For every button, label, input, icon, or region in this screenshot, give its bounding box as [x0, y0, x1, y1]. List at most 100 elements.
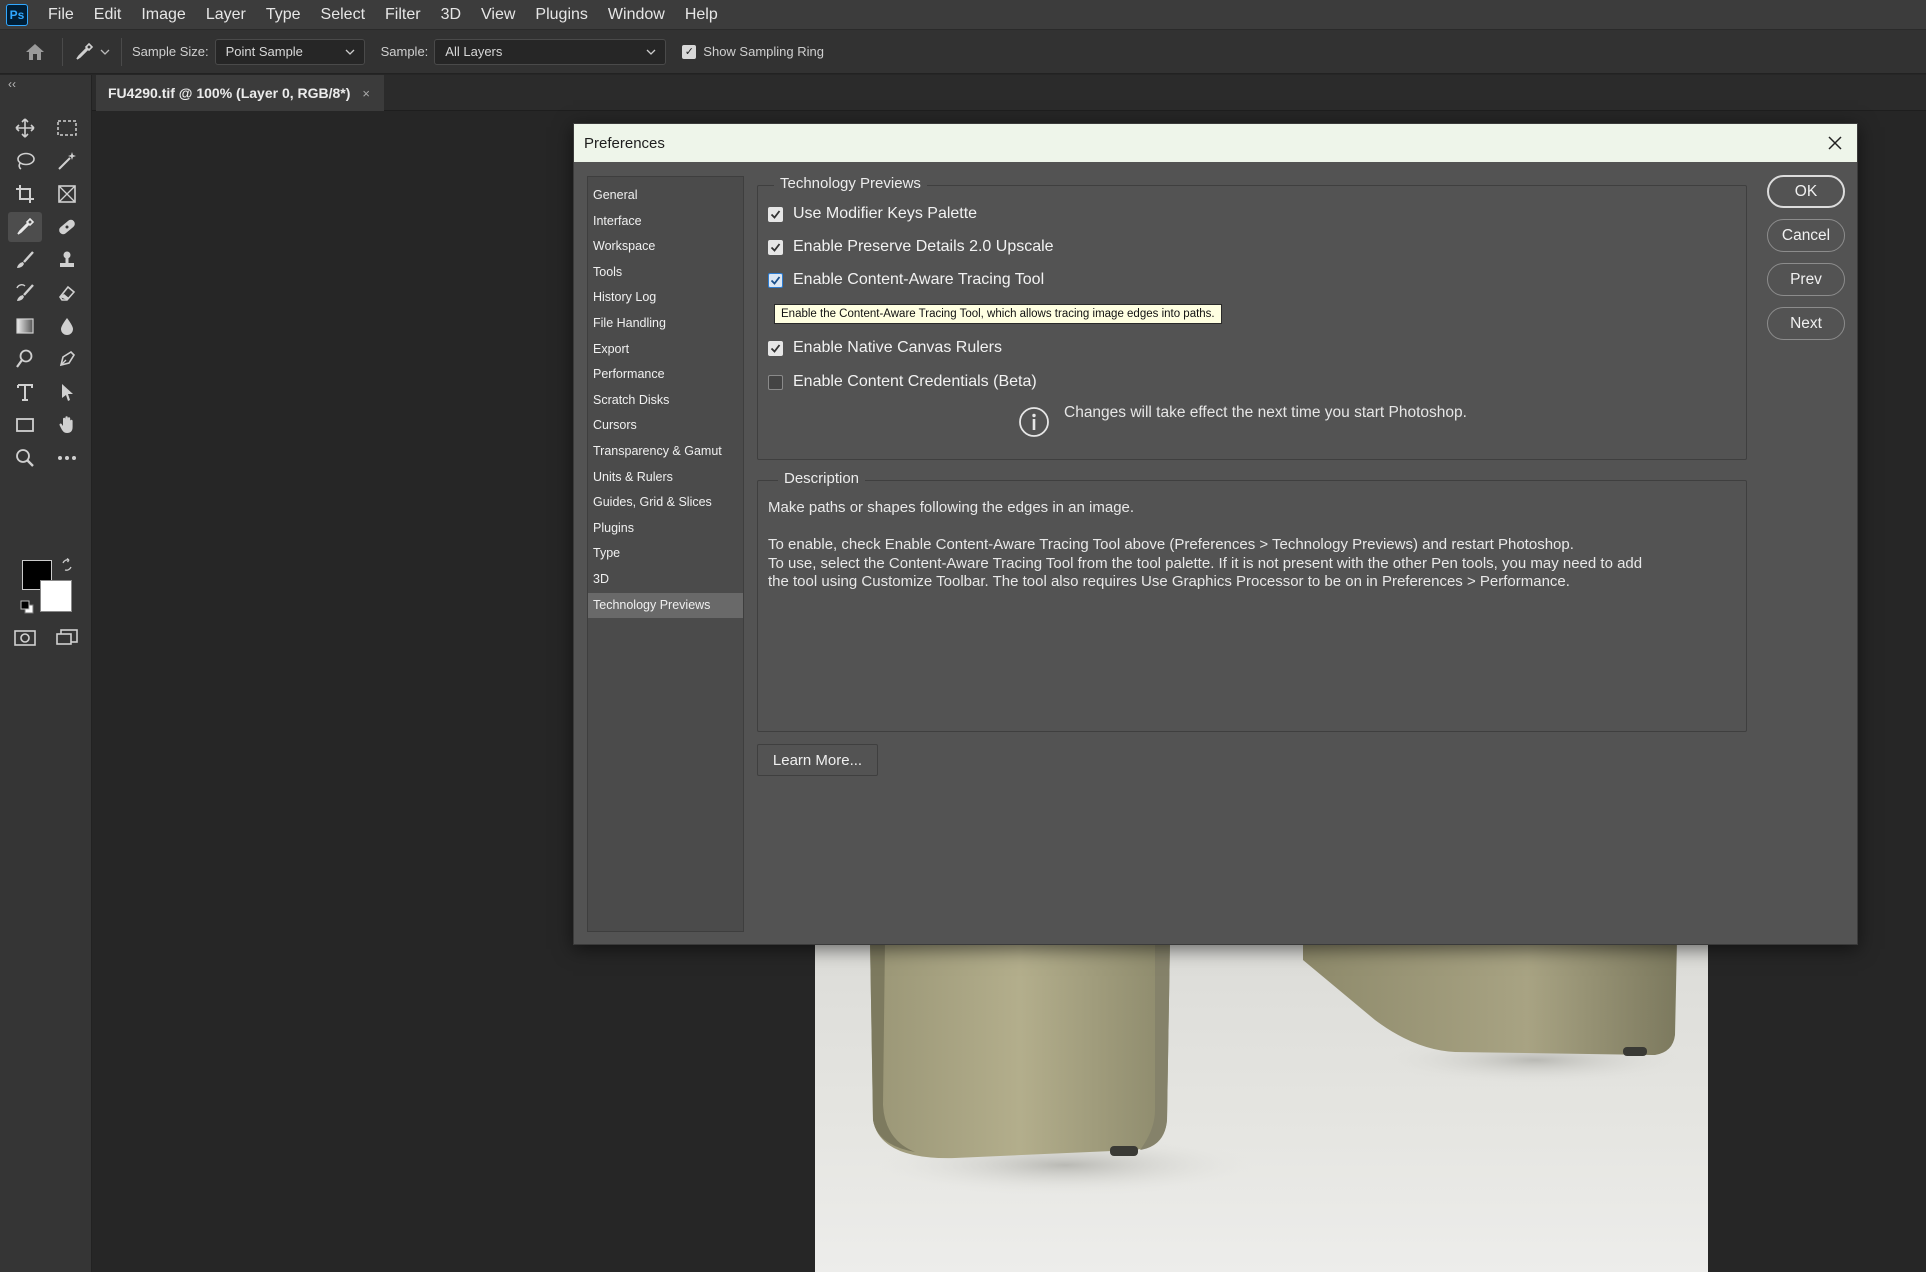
- crop-icon[interactable]: [8, 179, 42, 209]
- nav-item-guides-grid-slices[interactable]: Guides, Grid & Slices: [588, 490, 743, 516]
- technology-previews-group: Technology Previews Use Modifier Keys Pa…: [757, 175, 1747, 460]
- menu-edit[interactable]: Edit: [84, 0, 132, 30]
- menu-plugins[interactable]: Plugins: [525, 0, 597, 30]
- checkbox-checked[interactable]: [768, 340, 783, 356]
- nav-item-general[interactable]: General: [588, 183, 743, 209]
- brush-icon[interactable]: [8, 245, 42, 275]
- option-enable-preserve-details-upscale[interactable]: Enable Preserve Details 2.0 Upscale: [768, 238, 1054, 256]
- nav-item-file-handling[interactable]: File Handling: [588, 311, 743, 337]
- option-label: Enable Content Credentials (Beta): [793, 373, 1037, 390]
- menu-layer[interactable]: Layer: [196, 0, 256, 30]
- dialog-title-bar: Preferences: [574, 124, 1857, 162]
- menu-type[interactable]: Type: [256, 0, 311, 30]
- nav-item-transparency-gamut[interactable]: Transparency & Gamut: [588, 439, 743, 465]
- rectangular-marquee-icon[interactable]: [50, 113, 84, 143]
- menu-bar: Ps File Edit Image Layer Type Select Fil…: [0, 0, 1926, 30]
- checkbox-checked[interactable]: [768, 239, 783, 255]
- option-use-modifier-keys-palette[interactable]: Use Modifier Keys Palette: [768, 205, 977, 223]
- zoom-icon[interactable]: [8, 443, 42, 473]
- dodge-icon[interactable]: [8, 344, 42, 374]
- description-line: To enable, check Enable Content-Aware Tr…: [768, 536, 1574, 553]
- frame-icon[interactable]: [50, 179, 84, 209]
- eyedropper-icon[interactable]: [8, 212, 42, 242]
- sample-label: Sample:: [380, 44, 429, 59]
- tools-panel: ‹‹: [0, 75, 92, 1272]
- info-icon: [1019, 407, 1049, 437]
- nav-item-cursors[interactable]: Cursors: [588, 413, 743, 439]
- nav-item-performance[interactable]: Performance: [588, 362, 743, 388]
- cancel-button[interactable]: Cancel: [1767, 219, 1845, 252]
- nav-item-interface[interactable]: Interface: [588, 209, 743, 235]
- sample-size-label: Sample Size:: [132, 44, 209, 59]
- collapse-panel-icon[interactable]: ‹‹: [8, 77, 16, 91]
- eraser-icon[interactable]: [50, 278, 84, 308]
- hand-icon[interactable]: [50, 410, 84, 440]
- nav-item-type[interactable]: Type: [588, 541, 743, 567]
- chevron-down-icon: [646, 49, 656, 55]
- menu-view[interactable]: View: [471, 0, 525, 30]
- menu-3d[interactable]: 3D: [431, 0, 471, 30]
- ok-button[interactable]: OK: [1767, 175, 1845, 208]
- photoshop-logo[interactable]: Ps: [6, 3, 28, 26]
- gradient-icon[interactable]: [8, 311, 42, 341]
- prev-button[interactable]: Prev: [1767, 263, 1845, 296]
- blur-icon[interactable]: [50, 311, 84, 341]
- quick-mask-icon[interactable]: [8, 623, 42, 653]
- description-group: Description Make paths or shapes followi…: [757, 470, 1747, 732]
- options-bar: Sample Size: Point Sample Sample: All La…: [0, 30, 1926, 74]
- path-selection-icon[interactable]: [50, 377, 84, 407]
- nav-item-3d[interactable]: 3D: [588, 567, 743, 593]
- lasso-icon[interactable]: [8, 146, 42, 176]
- rectangle-icon[interactable]: [8, 410, 42, 440]
- checkbox-checked[interactable]: [768, 272, 783, 288]
- magic-wand-icon[interactable]: [50, 146, 84, 176]
- option-label: Use Modifier Keys Palette: [793, 205, 978, 222]
- menu-filter[interactable]: Filter: [375, 0, 431, 30]
- restart-notice: Changes will take effect the next time y…: [1018, 404, 1467, 438]
- checkbox-checked[interactable]: [768, 206, 783, 222]
- option-enable-content-aware-tracing-tool[interactable]: Enable Content-Aware Tracing Tool: [768, 271, 1044, 289]
- nav-item-technology-previews[interactable]: Technology Previews: [588, 592, 743, 619]
- screen-mode-icon[interactable]: [50, 623, 84, 653]
- eyedropper-preset-icon[interactable]: [73, 41, 111, 63]
- option-enable-native-canvas-rulers[interactable]: Enable Native Canvas Rulers: [768, 339, 1002, 357]
- menu-select[interactable]: Select: [311, 0, 375, 30]
- clone-stamp-icon[interactable]: [50, 245, 84, 275]
- nav-item-scratch-disks[interactable]: Scratch Disks: [588, 388, 743, 414]
- checkbox-unchecked[interactable]: [768, 374, 783, 390]
- nav-item-history-log[interactable]: History Log: [588, 285, 743, 311]
- more-tools-icon[interactable]: [50, 443, 84, 473]
- option-enable-content-credentials[interactable]: Enable Content Credentials (Beta): [768, 373, 1037, 391]
- document-tab[interactable]: FU4290.tif @ 100% (Layer 0, RGB/8*) ×: [96, 75, 384, 111]
- background-color-swatch[interactable]: [40, 580, 72, 612]
- next-button[interactable]: Next: [1767, 307, 1845, 340]
- nav-item-tools[interactable]: Tools: [588, 260, 743, 286]
- pen-icon[interactable]: [50, 344, 84, 374]
- document-image[interactable]: [815, 940, 1708, 1272]
- type-icon[interactable]: [8, 377, 42, 407]
- nav-item-plugins[interactable]: Plugins: [588, 516, 743, 542]
- tooltip: Enable the Content-Aware Tracing Tool, w…: [774, 304, 1222, 324]
- menu-image[interactable]: Image: [131, 0, 195, 30]
- sample-select[interactable]: All Layers: [434, 38, 667, 65]
- show-sampling-ring-checkbox[interactable]: ✓: [682, 44, 697, 59]
- nav-item-export[interactable]: Export: [588, 337, 743, 363]
- sample-size-select[interactable]: Point Sample: [214, 38, 365, 65]
- separator: [62, 37, 63, 66]
- nav-item-units-rulers[interactable]: Units & Rulers: [588, 465, 743, 491]
- close-icon[interactable]: [1823, 131, 1847, 155]
- nav-item-workspace[interactable]: Workspace: [588, 234, 743, 260]
- menu-help[interactable]: Help: [675, 0, 728, 30]
- menu-file[interactable]: File: [38, 0, 84, 30]
- home-icon[interactable]: [18, 37, 52, 67]
- restart-notice-text: Changes will take effect the next time y…: [1064, 404, 1467, 421]
- history-brush-icon[interactable]: [8, 278, 42, 308]
- swap-colors-icon[interactable]: [60, 557, 74, 577]
- default-colors-icon[interactable]: [20, 600, 34, 619]
- description-line: To use, select the Content-Aware Tracing…: [768, 554, 1643, 572]
- move-tool-icon[interactable]: [8, 113, 42, 143]
- menu-window[interactable]: Window: [598, 0, 675, 30]
- healing-brush-icon[interactable]: [50, 212, 84, 242]
- learn-more-button[interactable]: Learn More...: [757, 744, 878, 776]
- close-tab-icon[interactable]: ×: [362, 86, 370, 101]
